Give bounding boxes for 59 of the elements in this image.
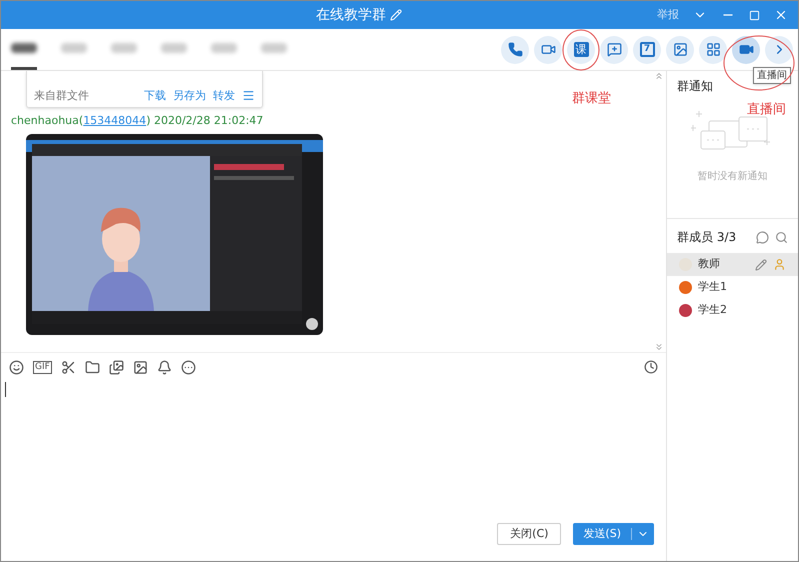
toolbar-button[interactable]: [732, 36, 760, 64]
more-icon[interactable]: [180, 360, 196, 374]
history-icon[interactable]: [644, 360, 658, 374]
message-header: chenhaohua(153448044) 2020/2/28 21:02:47: [11, 113, 264, 129]
send-button[interactable]: 发送(S): [573, 523, 631, 545]
member-name: 学生2: [698, 302, 728, 318]
notice-title: 群通知: [677, 78, 714, 95]
tooltip: 直播间: [753, 67, 791, 84]
annotation-circle: [562, 29, 600, 71]
sender-id-link[interactable]: 153448044: [83, 114, 146, 127]
collapse-icon[interactable]: [654, 71, 664, 81]
toolbar-button[interactable]: [534, 36, 562, 64]
toolbar-button[interactable]: 7: [633, 36, 661, 64]
file-action-link[interactable]: 另存为: [173, 88, 206, 104]
toolbar-button[interactable]: [600, 36, 628, 64]
expand-icon[interactable]: [654, 342, 664, 352]
camera-icon: [738, 42, 754, 57]
gallery-icon[interactable]: [108, 360, 124, 374]
member-item[interactable]: 学生2: [667, 299, 798, 322]
annotation-text: 直播间: [747, 101, 786, 119]
user-icon[interactable]: [773, 258, 786, 271]
bell-icon[interactable]: [156, 360, 172, 374]
maximize-icon[interactable]: [749, 10, 760, 20]
report-link[interactable]: 举报: [657, 6, 679, 24]
close-button[interactable]: 关闭(C): [497, 523, 562, 545]
toolbar-button[interactable]: [666, 36, 694, 64]
phone-icon: [508, 42, 522, 57]
folder-icon[interactable]: [84, 360, 100, 374]
file-action-link[interactable]: 下载: [144, 88, 166, 104]
member-name: 教师: [698, 256, 721, 272]
annotation-circle: [723, 35, 795, 91]
calendar-icon: 7: [640, 42, 654, 57]
scissors-icon[interactable]: [60, 360, 76, 374]
member-item[interactable]: 教师: [667, 253, 798, 276]
toolbar-button[interactable]: [501, 36, 529, 64]
course-icon: 课: [574, 42, 588, 57]
apps-icon: [706, 42, 720, 57]
file-source: 来自群文件: [34, 88, 90, 104]
annotation-text: 群课堂: [572, 90, 611, 108]
image-icon: [672, 42, 688, 57]
file-action-link[interactable]: 转发: [213, 88, 235, 104]
video-call-icon: [540, 42, 556, 57]
window-title: 在线教学群: [316, 6, 386, 24]
gif-button[interactable]: GIF: [33, 360, 52, 374]
empty-notice-text: 暂时没有新通知: [696, 170, 768, 184]
member-item[interactable]: 学生1: [667, 276, 798, 299]
toolbar-button[interactable]: 课: [567, 36, 595, 64]
search-icon[interactable]: [775, 230, 788, 244]
members-title: 群成员 3/3: [677, 229, 738, 246]
emoji-icon[interactable]: [9, 360, 24, 374]
edit-icon[interactable]: [755, 258, 767, 270]
member-name: 学生1: [698, 279, 728, 296]
add-chat-icon: [606, 42, 622, 57]
menu-icon[interactable]: [242, 89, 255, 102]
toolbar-button[interactable]: [699, 36, 727, 64]
toolbar-button[interactable]: [765, 36, 793, 64]
chat-icon[interactable]: [756, 230, 769, 244]
close-icon[interactable]: [774, 8, 788, 22]
image-icon[interactable]: [132, 360, 148, 374]
